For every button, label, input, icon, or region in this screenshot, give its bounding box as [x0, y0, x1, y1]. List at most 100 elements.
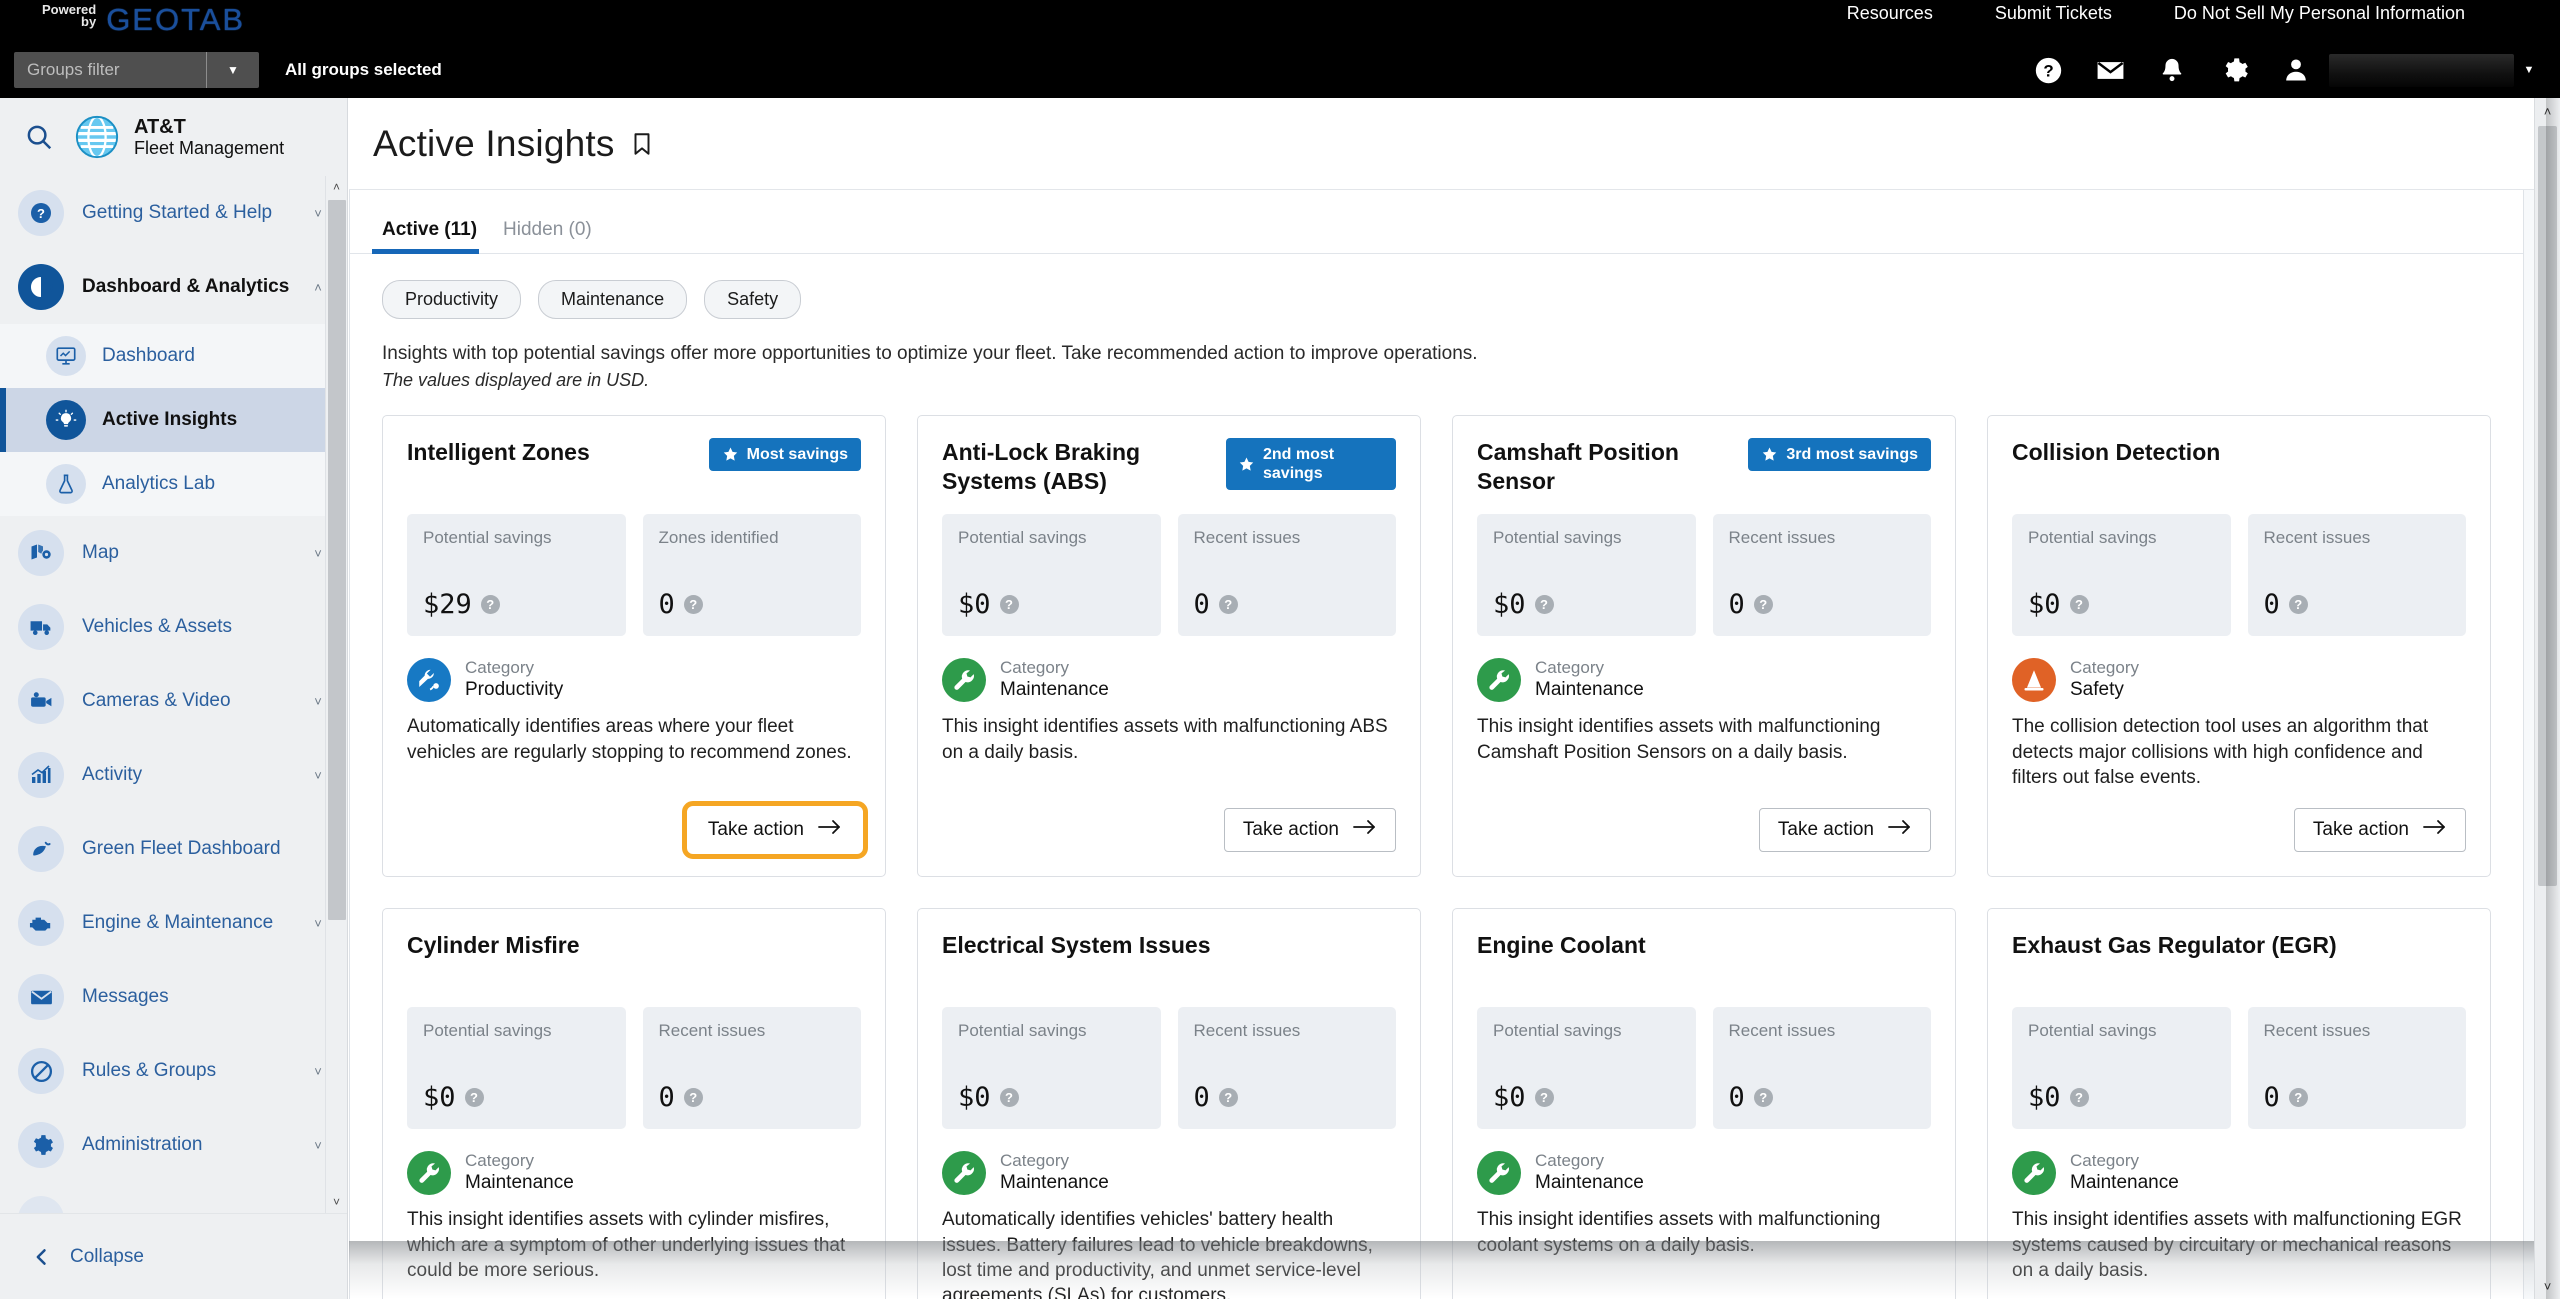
sidebar-header: AT&T Fleet Management — [0, 98, 347, 176]
main-scrollbar[interactable]: ˄ ˅ — [2534, 98, 2560, 1299]
take-action-button[interactable]: Take action — [1223, 808, 1396, 853]
insight-card[interactable]: Cylinder Misfire Potential savings $0? Rece… — [382, 908, 886, 1299]
tab-bar: Active (11) Hidden (0) — [350, 190, 2523, 254]
sidebar-item-dashboard[interactable]: Dashboard — [0, 324, 347, 388]
insight-card[interactable]: Collision Detection Potential savings $0? R… — [1987, 415, 2491, 878]
scroll-up-arrow-icon[interactable]: ˄ — [2535, 98, 2560, 124]
sidebar-item-getting-started[interactable]: ? Getting Started & Help ˅ — [0, 176, 347, 250]
info-tooltip-icon[interactable]: ? — [2069, 1088, 2089, 1108]
groups-filter[interactable]: Groups filter ▼ — [14, 52, 259, 88]
chip-maintenance[interactable]: Maintenance — [538, 280, 688, 319]
bookmark-icon[interactable] — [629, 130, 655, 158]
scroll-down-arrow-icon[interactable]: ˅ — [326, 1191, 347, 1213]
take-action-button[interactable]: Take action — [2293, 808, 2466, 853]
info-tooltip-icon[interactable]: ? — [1534, 1088, 1554, 1108]
stat-secondary-metric: Recent issues 0? — [2247, 1007, 2466, 1130]
stat-value: $0 — [958, 1082, 991, 1114]
insight-card[interactable]: Intelligent Zones Most savings Potential s… — [382, 415, 886, 878]
chevron-down-icon[interactable]: ▼ — [2514, 64, 2544, 76]
info-tooltip-icon[interactable]: ? — [1534, 595, 1554, 614]
category-value: Maintenance — [1000, 678, 1109, 700]
scrollbar-thumb[interactable] — [328, 200, 346, 920]
sidebar-item-rules-groups[interactable]: Rules & Groups ˅ — [0, 1034, 347, 1108]
sidebar-item-green-fleet-dashboard[interactable]: Green Fleet Dashboard — [0, 812, 347, 886]
category-label: Category — [1000, 1151, 1069, 1171]
sidebar-item-map[interactable]: Map ˅ — [0, 516, 347, 590]
category-text: Category Maintenance — [1000, 1151, 1109, 1195]
sidebar-item-active-insights[interactable]: Active Insights — [0, 388, 347, 452]
stat-value-row: 0? — [1729, 1082, 1916, 1113]
chip-safety[interactable]: Safety — [704, 280, 802, 319]
sidebar-item-activity[interactable]: Activity ˅ — [0, 738, 347, 812]
bell-icon[interactable] — [2141, 42, 2203, 98]
help-icon[interactable]: ? — [2017, 42, 2079, 98]
stat-label: Recent issues — [2263, 528, 2371, 547]
info-tooltip-icon[interactable]: ? — [1218, 595, 1238, 614]
stat-secondary-metric: Recent issues 0? — [1712, 514, 1931, 636]
link-do-not-sell[interactable]: Do Not Sell My Personal Information — [2174, 3, 2465, 24]
geotab-wordmark: GEOTAB — [106, 2, 246, 37]
sidebar-collapse-button[interactable]: Collapse — [0, 1213, 347, 1299]
insight-card[interactable]: Exhaust Gas Regulator (EGR) Potential sav… — [1987, 908, 2491, 1299]
info-tooltip-icon[interactable]: ? — [1218, 1088, 1238, 1108]
insight-card[interactable]: Camshaft Position Sensor 3rd most savings… — [1452, 415, 1956, 878]
tab-hidden[interactable]: Hidden (0) — [493, 219, 608, 253]
sidebar-item-messages[interactable]: Messages — [0, 960, 347, 1034]
insight-card[interactable]: Electrical System Issues Potential saving… — [917, 908, 1421, 1299]
sidebar-item-analytics-lab[interactable]: Analytics Lab — [0, 452, 347, 516]
info-tooltip-icon[interactable]: ? — [1753, 595, 1773, 614]
stat-potential-savings: Potential savings $0? — [1477, 514, 1696, 636]
person-icon[interactable] — [2265, 42, 2327, 98]
tab-active[interactable]: Active (11) — [372, 219, 493, 254]
scroll-down-arrow-icon[interactable]: ˅ — [2535, 1273, 2560, 1299]
info-tooltip-icon[interactable]: ? — [1753, 1088, 1773, 1108]
chevron-down-icon[interactable]: ▼ — [207, 63, 259, 77]
wrench-icon — [1477, 1151, 1521, 1196]
insight-card-title: Exhaust Gas Regulator (EGR) — [2012, 932, 2337, 959]
info-tooltip-icon[interactable]: ? — [2069, 595, 2089, 614]
gear-icon[interactable] — [2203, 42, 2265, 98]
arrow-right-icon — [1353, 819, 1377, 841]
satellite-icon — [407, 658, 451, 703]
stat-label: Potential savings — [423, 528, 552, 547]
mail-icon[interactable] — [2079, 42, 2141, 98]
sidebar-item-administration[interactable]: Administration ˅ — [0, 1108, 347, 1182]
take-action-button[interactable]: Take action — [1758, 808, 1931, 853]
wrench-icon — [2012, 1151, 2056, 1196]
sidebar-subitem-label: Dashboard — [102, 345, 195, 366]
star-icon — [1763, 447, 1777, 461]
insight-card-title: Intelligent Zones — [407, 439, 590, 465]
info-tooltip-icon[interactable]: ? — [464, 1088, 484, 1108]
category-value: Maintenance — [465, 1171, 574, 1193]
insight-description: The collision detection tool uses an alg… — [2012, 716, 2429, 788]
scrollbar-thumb[interactable] — [2538, 126, 2557, 886]
info-tooltip-icon[interactable]: ? — [683, 595, 703, 614]
sidebar-scrollbar[interactable]: ˄ ˅ — [325, 176, 347, 1213]
savings-rank-badge: 3rd most savings — [1748, 438, 1931, 472]
chip-productivity[interactable]: Productivity — [382, 280, 522, 319]
info-tooltip-icon[interactable]: ? — [999, 595, 1019, 614]
link-submit-tickets[interactable]: Submit Tickets — [1995, 3, 2112, 24]
info-tooltip-icon[interactable]: ? — [683, 1088, 703, 1108]
user-name-redacted[interactable] — [2329, 53, 2514, 87]
search-icon[interactable] — [18, 122, 60, 152]
take-action-button[interactable]: Take action — [681, 801, 869, 860]
info-tooltip-icon[interactable]: ? — [480, 595, 500, 614]
category-label: Category — [465, 658, 534, 677]
sidebar-item-dashboard-analytics[interactable]: Dashboard & Analytics ˄ — [0, 250, 347, 324]
sidebar-item-engine-maintenance[interactable]: Engine & Maintenance ˅ — [0, 886, 347, 960]
top-bar: Powered by GEOTAB Resources Submit Ticke… — [0, 0, 2560, 98]
insight-stats: Potential savings $0? Recent issues 0? — [2012, 514, 2466, 636]
savings-rank-badge: 2nd most savings — [1226, 438, 1396, 491]
info-tooltip-icon[interactable]: ? — [999, 1088, 1019, 1108]
sidebar-item-cameras-video[interactable]: Cameras & Video ˅ — [0, 664, 347, 738]
info-tooltip-icon[interactable]: ? — [2288, 1088, 2308, 1108]
info-tooltip-icon[interactable]: ? — [2288, 595, 2308, 614]
insight-card[interactable]: Engine Coolant Potential savings $0? Recent… — [1452, 908, 1956, 1299]
link-resources[interactable]: Resources — [1847, 3, 1933, 24]
sidebar-item-partial[interactable] — [0, 1182, 347, 1213]
scroll-up-arrow-icon[interactable]: ˄ — [326, 176, 347, 198]
insight-card[interactable]: Anti-Lock Braking Systems (ABS) 2nd most … — [917, 415, 1421, 878]
insight-card-header: Camshaft Position Sensor 3rd most savings — [1477, 438, 1931, 500]
sidebar-item-vehicles-assets[interactable]: Vehicles & Assets — [0, 590, 347, 664]
